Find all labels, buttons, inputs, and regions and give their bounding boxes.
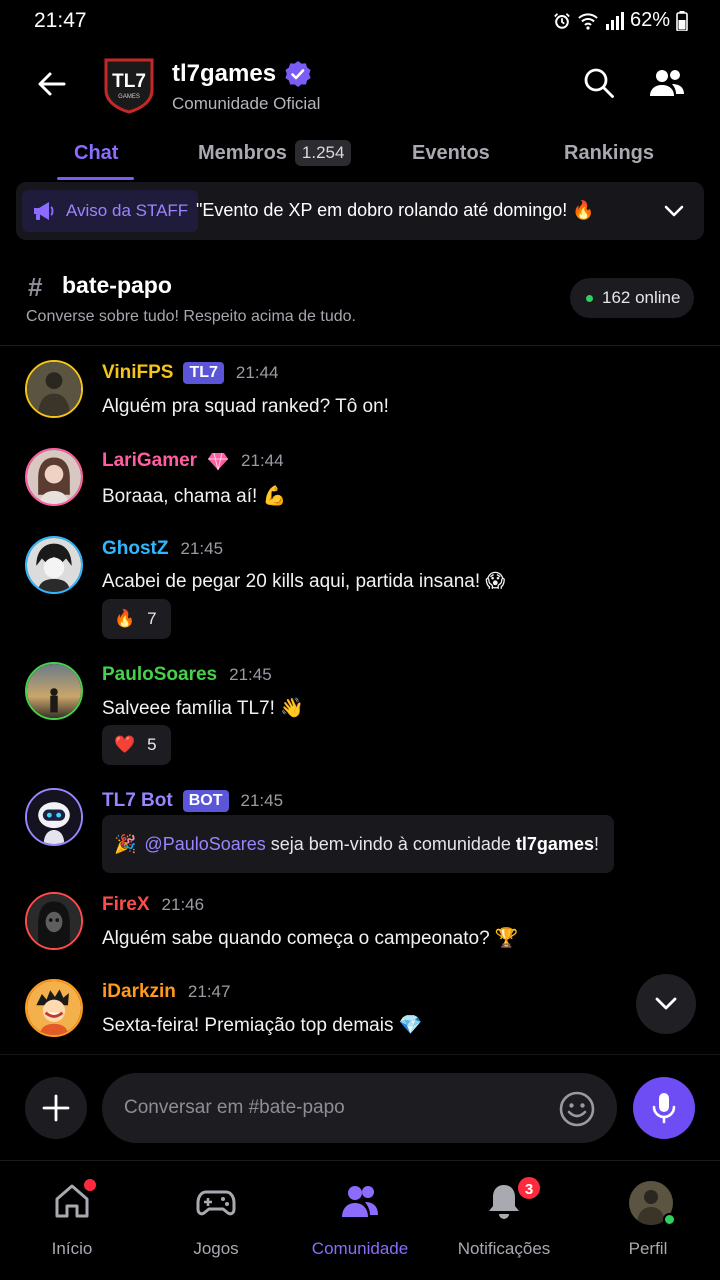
online-count[interactable]: 162 online [570,278,695,318]
nav-comunidade[interactable]: Comunidade [288,1161,432,1280]
scroll-to-bottom-button[interactable] [636,974,696,1034]
notification-count-badge: 3 [516,1175,542,1201]
message-text: Sexta-feira! Premiação top demais 💎 [102,1015,423,1036]
channel-description: Converse sobre tudo! Respeito acima de t… [26,308,356,325]
gem-badge-icon [208,452,229,471]
status-time: 21:47 [34,9,87,32]
app-header: TL7 GAMES tl7games Comunidade Oficial [0,44,720,124]
message-time: 21:45 [180,539,224,558]
message-input[interactable] [102,1073,617,1143]
community-icon [342,1186,378,1217]
staff-notice-tag: Aviso da STAFF [22,190,199,232]
nav-notificacoes[interactable]: 3 Notificações [432,1161,576,1280]
reaction-emoji: 🔥 [114,609,136,628]
message-text: Boraaa, chama aí! 💪 [102,486,287,507]
message-username[interactable]: FireX [102,894,150,916]
plus-icon [42,1094,70,1122]
active-tab-indicator [57,177,134,180]
hash-icon: # [28,272,43,302]
user-tag: TL7 [183,362,224,384]
bot-tag: BOT [182,790,229,812]
community-title: tl7games [172,60,277,87]
signal-icon [605,11,624,30]
message-username[interactable]: LariGamer [102,450,197,472]
avatar[interactable] [25,979,83,1037]
message-time: 21:45 [240,791,284,810]
nav-perfil[interactable]: Perfil [576,1161,720,1280]
tab-chat[interactable]: Chat [74,142,118,165]
staff-notice-label: Aviso da STAFF [66,201,189,220]
nav-jogos[interactable]: Jogos [144,1161,288,1280]
chevron-down-icon [655,997,677,1010]
message-username[interactable]: PauloSoares [102,664,217,686]
message-username[interactable]: GhostZ [102,538,169,560]
bottom-navigation: Início Jogos Comunidade 3 Notificações P… [0,1160,720,1280]
gamepad-icon [196,1190,236,1216]
verified-badge-icon [285,61,311,87]
message-username[interactable]: TL7 Bot [102,790,173,812]
battery-percent: 62% [629,9,670,31]
user-mention[interactable]: @PauloSoares [144,834,265,854]
reaction-count: 5 [147,735,157,754]
microphone-icon [652,1093,676,1124]
reaction-chip[interactable]: 🔥 7 [102,599,171,639]
avatar[interactable] [25,892,83,950]
message-time: 21:44 [235,363,279,382]
staff-notice-text: "Evento de XP em dobro rolando até domin… [196,200,595,220]
community-mention: tl7games [515,833,594,854]
attach-button[interactable] [25,1077,87,1139]
reaction-count: 7 [147,609,157,628]
party-emoji: 🎉 [114,833,137,854]
avatar[interactable] [25,662,83,720]
voice-message-button[interactable] [633,1077,695,1139]
message-text: Acabei de pegar 20 kills aqui, partida i… [102,571,506,592]
tab-eventos[interactable]: Eventos [412,142,490,165]
online-dot-icon [586,294,593,302]
battery-icon [676,10,688,31]
reaction-chip[interactable]: ❤️ 5 [102,725,171,765]
community-tabs: Chat Membros 1.254 Eventos Rankings [0,130,720,180]
notification-dot [82,1177,98,1193]
message-time: 21:47 [187,982,231,1001]
message-username[interactable]: iDarkzin [102,981,176,1003]
staff-notice[interactable]: Aviso da STAFF "Evento de XP em dobro ro… [16,182,704,240]
bot-welcome-card: 🎉 @PauloSoares seja bem-vindo à comunida… [102,815,614,873]
svg-text:GAMES: GAMES [118,94,140,100]
avatar[interactable] [25,536,83,594]
message-time: 21:45 [229,665,272,684]
channel-header: # bate-papo Converse sobre tudo! Respeit… [0,258,720,346]
chevron-down-icon[interactable] [662,200,686,222]
members-count-badge: 1.254 [294,140,352,166]
megaphone-icon [34,202,54,220]
alarm-icon [554,12,570,29]
reaction-emoji: ❤️ [114,735,136,754]
community-subtitle: Comunidade Oficial [172,94,321,113]
emoji-icon[interactable] [558,1090,596,1128]
svg-text:TL7: TL7 [112,71,146,92]
message-time: 21:44 [241,451,284,470]
avatar[interactable] [25,360,83,418]
message-text: Alguém sabe quando começa o campeonato? … [102,928,519,949]
channel-name: bate-papo [62,272,172,298]
members-icon[interactable] [648,66,686,100]
search-icon[interactable] [582,66,616,100]
back-arrow-icon[interactable] [34,66,70,102]
tab-membros[interactable]: Membros 1.254 [198,140,352,166]
avatar[interactable] [25,448,83,506]
status-bar: 21:47 62% [0,0,720,44]
community-logo: TL7 GAMES [104,58,154,114]
message-text: Alguém pra squad ranked? Tô on! [102,396,389,417]
online-status-dot [663,1213,676,1226]
avatar[interactable] [25,788,83,846]
message-time: 21:46 [161,895,205,914]
message-text: Salveee família TL7! 👋 [102,698,304,719]
message-username[interactable]: ViniFPS [102,362,173,384]
message-composer [0,1054,720,1158]
tab-rankings[interactable]: Rankings [564,142,654,165]
nav-inicio[interactable]: Início [0,1161,144,1280]
wifi-icon [578,12,598,30]
